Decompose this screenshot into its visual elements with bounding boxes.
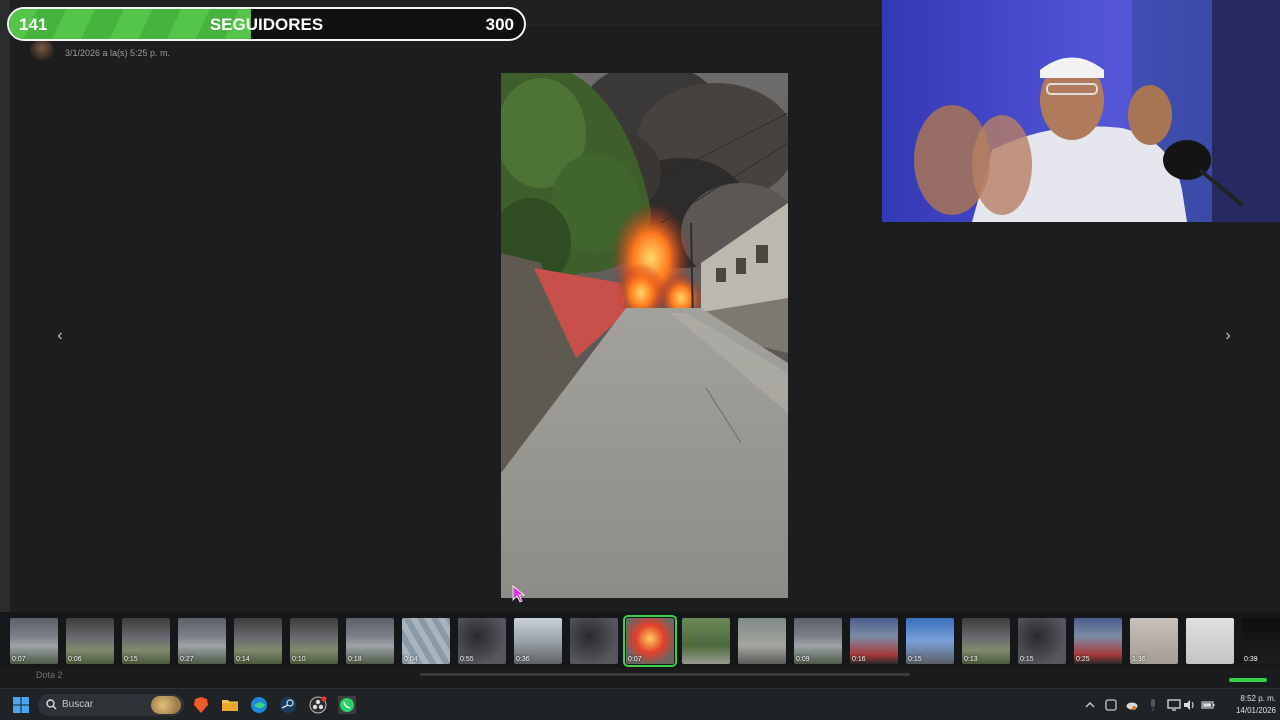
filmstrip-thumbnail[interactable]: 0:15 [1018, 618, 1066, 664]
thumbnail-image [738, 618, 786, 664]
followers-label: SEGUIDORES [209, 15, 324, 34]
start-icon[interactable] [12, 696, 30, 714]
window-label: Dota 2 [36, 670, 63, 680]
thumbnail-image [570, 618, 618, 664]
filmstrip-thumbnail[interactable]: 0:16 [850, 618, 898, 664]
thumbnail-duration: 0:10 [292, 656, 306, 663]
previous-media-button[interactable]: ‹ [49, 325, 71, 347]
followers-goal-bar: 141 SEGUIDORES 300 [7, 7, 526, 41]
fire-street-video-frame [501, 73, 788, 598]
thumbnail-image [682, 618, 730, 664]
post-timestamp: 3/1/2026 a la(s) 5:25 p. m. [65, 48, 171, 58]
filmstrip-thumbnail[interactable]: 0:36 [514, 618, 562, 664]
taskbar-clock[interactable]: 8:52 p. m. 14/01/2026 [1222, 693, 1276, 717]
streamer-webcam-image [882, 0, 1280, 222]
thumbnail-duration: 0:15 [1020, 656, 1034, 663]
media-viewer[interactable] [501, 73, 788, 598]
search-placeholder: Buscar [62, 699, 94, 710]
microphone-icon[interactable] [1146, 698, 1160, 712]
thumbnail-duration: 0:15 [124, 656, 138, 663]
window-edge [0, 0, 10, 612]
obs-icon[interactable] [309, 696, 327, 714]
battery-icon[interactable] [1201, 698, 1215, 712]
clock-time: 8:52 p. m. [1240, 694, 1276, 703]
filmstrip-thumbnail[interactable]: 0:06 [66, 618, 114, 664]
thumbnail-duration: 1:36 [1132, 656, 1146, 663]
filmstrip-thumbnail[interactable] [682, 618, 730, 664]
filmstrip-thumbnail[interactable]: 0:13 [962, 618, 1010, 664]
filmstrip-thumbnail[interactable]: 0:39 [1242, 618, 1280, 664]
whatsapp-icon[interactable] [338, 696, 356, 714]
filmstrip-thumbnail[interactable]: 0:07 [623, 615, 677, 667]
thumbnail-duration: 0:06 [68, 656, 82, 663]
filmstrip-thumbnail[interactable]: 0:14 [234, 618, 282, 664]
next-media-button[interactable]: › [1217, 325, 1239, 347]
media-filmstrip[interactable]: 0:07 0:06 0:15 0:27 0:14 0:10 0:18 0:04 0:55 0:36… [0, 612, 1280, 668]
filmstrip-thumbnail[interactable]: 0:04 [402, 618, 450, 664]
thumbnail-duration: 0:39 [1244, 656, 1258, 663]
filmstrip-thumbnail[interactable]: 0:18 [346, 618, 394, 664]
taskbar-search-box[interactable]: Buscar [38, 694, 184, 716]
thumbnail-duration: 0:09 [796, 656, 810, 663]
filmstrip-thumbnail[interactable]: 0:27 [178, 618, 226, 664]
thumbnail-duration: 0:15 [908, 656, 922, 663]
thumbnail-duration: 0:04 [404, 656, 418, 663]
thumbnail-duration: 0:55 [460, 656, 474, 663]
status-indicator [1229, 678, 1267, 682]
filmstrip-thumbnail[interactable]: 0:09 [794, 618, 842, 664]
file-explorer-icon[interactable] [221, 696, 239, 714]
taskbar: Buscar 8:52 p. m. 14/01/2026 [0, 688, 1280, 720]
webcam-overlay [882, 0, 1280, 222]
filmstrip-thumbnail[interactable] [738, 618, 786, 664]
filmstrip-thumbnail[interactable]: 0:15 [122, 618, 170, 664]
sync-icon[interactable] [1104, 698, 1118, 712]
filmstrip-thumbnail[interactable]: 0:10 [290, 618, 338, 664]
filmstrip-thumbnail[interactable]: 0:25 [1074, 618, 1122, 664]
brave-icon[interactable] [192, 696, 210, 714]
cloud-icon[interactable] [1125, 698, 1139, 712]
thumbnail-duration: 0:18 [348, 656, 362, 663]
steam-icon[interactable] [279, 696, 297, 714]
filmstrip-thumbnail[interactable] [570, 618, 618, 664]
thumbnail-duration: 0:07 [628, 656, 642, 663]
thumbnail-duration: 0:36 [516, 656, 530, 663]
filmstrip-scrollbar[interactable]: Dota 2 [0, 668, 1280, 688]
filmstrip-thumbnail[interactable] [1186, 618, 1234, 664]
thumbnail-duration: 0:27 [180, 656, 194, 663]
thumbnail-image [1186, 618, 1234, 664]
edge-icon[interactable] [250, 696, 268, 714]
avatar[interactable] [30, 40, 54, 60]
filmstrip-thumbnail[interactable]: 0:55 [458, 618, 506, 664]
filmstrip-thumbnail[interactable]: 0:15 [906, 618, 954, 664]
thumbnail-duration: 0:16 [852, 656, 866, 663]
mouse-cursor-icon [512, 585, 526, 603]
thumbnail-duration: 0:07 [12, 656, 26, 663]
filmstrip-thumbnail[interactable]: 1:36 [1130, 618, 1178, 664]
chevron-up-icon[interactable] [1083, 698, 1097, 712]
thumbnail-duration: 0:14 [236, 656, 250, 663]
search-highlight-image [151, 696, 181, 714]
thumbnail-duration: 0:13 [964, 656, 978, 663]
filmstrip-thumbnail[interactable]: 0:07 [10, 618, 58, 664]
display-icon[interactable] [1167, 698, 1181, 712]
thumbnail-duration: 0:25 [1076, 656, 1090, 663]
search-icon [46, 699, 57, 710]
screen: 3/1/2026 a la(s) 5:25 p. m. ‹ › 141 SEGU… [0, 0, 1280, 720]
clock-date: 14/01/2026 [1235, 706, 1276, 715]
volume-icon[interactable] [1182, 698, 1196, 712]
scrollbar-thumb[interactable] [420, 673, 910, 676]
followers-goal-count: 300 [485, 15, 514, 34]
